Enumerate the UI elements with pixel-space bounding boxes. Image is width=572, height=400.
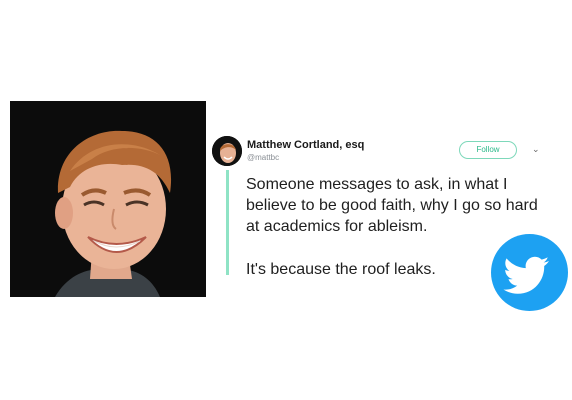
twitter-logo-badge[interactable]	[491, 234, 568, 311]
chevron-down-icon[interactable]: ⌄	[532, 144, 540, 155]
twitter-bird-icon	[503, 256, 549, 294]
author-photo	[10, 101, 206, 297]
follow-button[interactable]: Follow	[459, 141, 517, 159]
tweet-paragraph: Someone messages to ask, in what I belie…	[246, 176, 538, 235]
author-name[interactable]: Matthew Cortland, esq	[247, 139, 364, 151]
author-handle[interactable]: @mattbc	[247, 153, 279, 162]
author-avatar[interactable]	[212, 136, 242, 166]
thread-line	[226, 170, 229, 275]
